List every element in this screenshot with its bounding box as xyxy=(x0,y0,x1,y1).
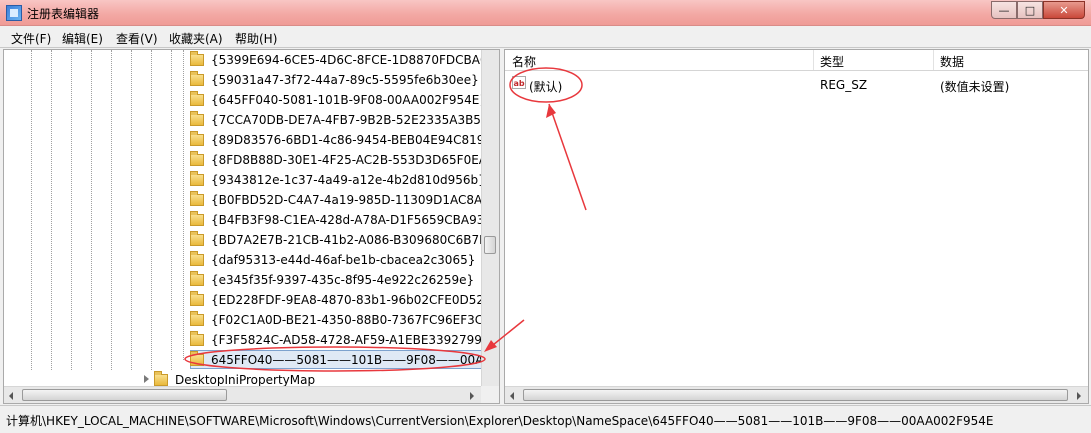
tree-item[interactable]: {B4FB3F98-C1EA-428d-A78A-D1F5659CBA93} xyxy=(190,210,492,230)
tree-guide-line xyxy=(71,50,72,370)
tree-vertical-scrollbar[interactable] xyxy=(481,50,499,386)
scroll-thumb[interactable] xyxy=(22,389,227,401)
folder-icon xyxy=(190,251,204,266)
folder-icon xyxy=(190,151,204,166)
value-data: (数值未设置) xyxy=(940,80,1010,94)
folder-icon xyxy=(190,211,204,226)
menu-help[interactable]: 帮助(H) xyxy=(235,30,277,47)
tree-item[interactable]: {e345f35f-9397-435c-8f95-4e922c26259e} xyxy=(190,270,474,290)
tree-item[interactable]: {BD7A2E7B-21CB-41b2-A086-B309680C6B7E} xyxy=(190,230,494,250)
tree-guide-line xyxy=(91,50,92,370)
folder-icon xyxy=(190,111,204,126)
folder-icon xyxy=(190,311,204,326)
value-name: (默认) xyxy=(529,80,563,94)
column-separator[interactable] xyxy=(813,50,814,70)
tree-item[interactable]: {8FD8B88D-30E1-4F25-AC2B-553D3D65F0EA} xyxy=(190,150,495,170)
expand-arrow-icon[interactable] xyxy=(144,375,149,383)
tree-item[interactable]: {ED228FDF-9EA8-4870-83b1-96b02CFE0D52} xyxy=(190,290,492,310)
scrollbar-corner xyxy=(481,386,499,403)
tree-item[interactable]: {645FF040-5081-101B-9F08-00AA002F954E} xyxy=(190,90,487,110)
folder-icon xyxy=(190,191,204,206)
tree-item[interactable]: {F3F5824C-AD58-4728-AF59-A1EBE3392799} xyxy=(190,330,489,350)
scroll-left-arrow-icon[interactable] xyxy=(510,392,514,400)
menu-favorites[interactable]: 收藏夹(A) xyxy=(169,30,223,47)
column-header-name[interactable]: 名称 xyxy=(512,53,536,70)
scroll-thumb[interactable] xyxy=(484,236,496,254)
tree-guide-line xyxy=(151,50,152,370)
scroll-right-arrow-icon[interactable] xyxy=(470,392,474,400)
tree-item[interactable]: {89D83576-6BD1-4c86-9454-BEB04E94C819} xyxy=(190,130,492,150)
tree-item[interactable]: {7CCA70DB-DE7A-4FB7-9B2B-52E2335A3B5A} xyxy=(190,110,497,130)
folder-icon xyxy=(190,91,204,106)
maximize-button[interactable]: □ xyxy=(1017,1,1043,19)
folder-icon xyxy=(190,331,204,346)
menu-file[interactable]: 文件(F) xyxy=(11,30,51,47)
window-title: 注册表编辑器 xyxy=(27,7,100,21)
folder-icon xyxy=(190,51,204,66)
window-controls: — □ ✕ xyxy=(991,0,1085,20)
close-button[interactable]: ✕ xyxy=(1043,1,1085,19)
folder-icon xyxy=(190,351,204,366)
key-tree-pane[interactable]: {5399E694-6CE5-4D6C-8FCE-1D8870FDCBA0} {… xyxy=(3,49,500,404)
menu-view[interactable]: 查看(V) xyxy=(116,30,158,47)
tree-guide-line xyxy=(131,50,132,370)
folder-icon xyxy=(154,371,168,386)
tree-guide-line xyxy=(171,50,172,370)
value-type: REG_SZ xyxy=(820,78,868,92)
string-value-icon: ab xyxy=(512,76,526,89)
title-bar: 注册表编辑器 — □ ✕ xyxy=(0,0,1091,26)
values-horizontal-scrollbar[interactable] xyxy=(505,386,1088,403)
menu-edit[interactable]: 编辑(E) xyxy=(62,30,103,47)
scroll-left-arrow-icon[interactable] xyxy=(9,392,13,400)
folder-icon xyxy=(190,71,204,86)
tree-guide-line xyxy=(51,50,52,370)
column-header-data[interactable]: 数据 xyxy=(940,53,964,70)
folder-icon xyxy=(190,171,204,186)
tree-item[interactable]: {59031a47-3f72-44a7-89c5-5595fe6b30ee} xyxy=(190,70,479,90)
column-header-type[interactable]: 类型 xyxy=(820,53,844,70)
regedit-app-icon xyxy=(6,5,22,21)
values-header: 名称 类型 数据 xyxy=(505,50,1088,71)
menu-bar: 文件(F) 编辑(E) 查看(V) 收藏夹(A) 帮助(H) xyxy=(0,26,1091,48)
tree-item[interactable]: {5399E694-6CE5-4D6C-8FCE-1D8870FDCBA0} xyxy=(190,50,495,70)
column-separator[interactable] xyxy=(933,50,934,70)
folder-icon xyxy=(190,291,204,306)
tree-item-selected[interactable]: 645FFO40——5081——101B——9F08——00A xyxy=(190,350,483,370)
tree-item[interactable]: {daf95313-e44d-46af-be1b-cbacea2c3065} xyxy=(190,250,475,270)
values-pane[interactable]: 名称 类型 数据 ab (默认) REG_SZ (数值未设置) xyxy=(504,49,1089,404)
folder-icon xyxy=(190,131,204,146)
folder-icon xyxy=(190,271,204,286)
tree-guide-line xyxy=(183,50,184,360)
value-row-default[interactable]: ab (默认) REG_SZ (数值未设置) xyxy=(505,75,1088,95)
tree-guide-line xyxy=(111,50,112,370)
key-path: 计算机\HKEY_LOCAL_MACHINE\SOFTWARE\Microsof… xyxy=(6,414,994,428)
folder-icon xyxy=(190,231,204,246)
minimize-button[interactable]: — xyxy=(991,1,1017,19)
status-bar: 计算机\HKEY_LOCAL_MACHINE\SOFTWARE\Microsof… xyxy=(0,405,1091,433)
tree-item[interactable]: {9343812e-1c37-4a49-a12e-4b2d810d956b} xyxy=(190,170,486,190)
tree-guide-line xyxy=(31,50,32,370)
scroll-right-arrow-icon[interactable] xyxy=(1077,392,1081,400)
scroll-thumb[interactable] xyxy=(523,389,1068,401)
tree-item[interactable]: {F02C1A0D-BE21-4350-88B0-7367FC96EF3C} xyxy=(190,310,491,330)
tree-item[interactable]: {B0FBD52D-C4A7-4a19-985D-11309D1AC8AE} xyxy=(190,190,497,210)
tree-horizontal-scrollbar[interactable] xyxy=(4,386,481,403)
